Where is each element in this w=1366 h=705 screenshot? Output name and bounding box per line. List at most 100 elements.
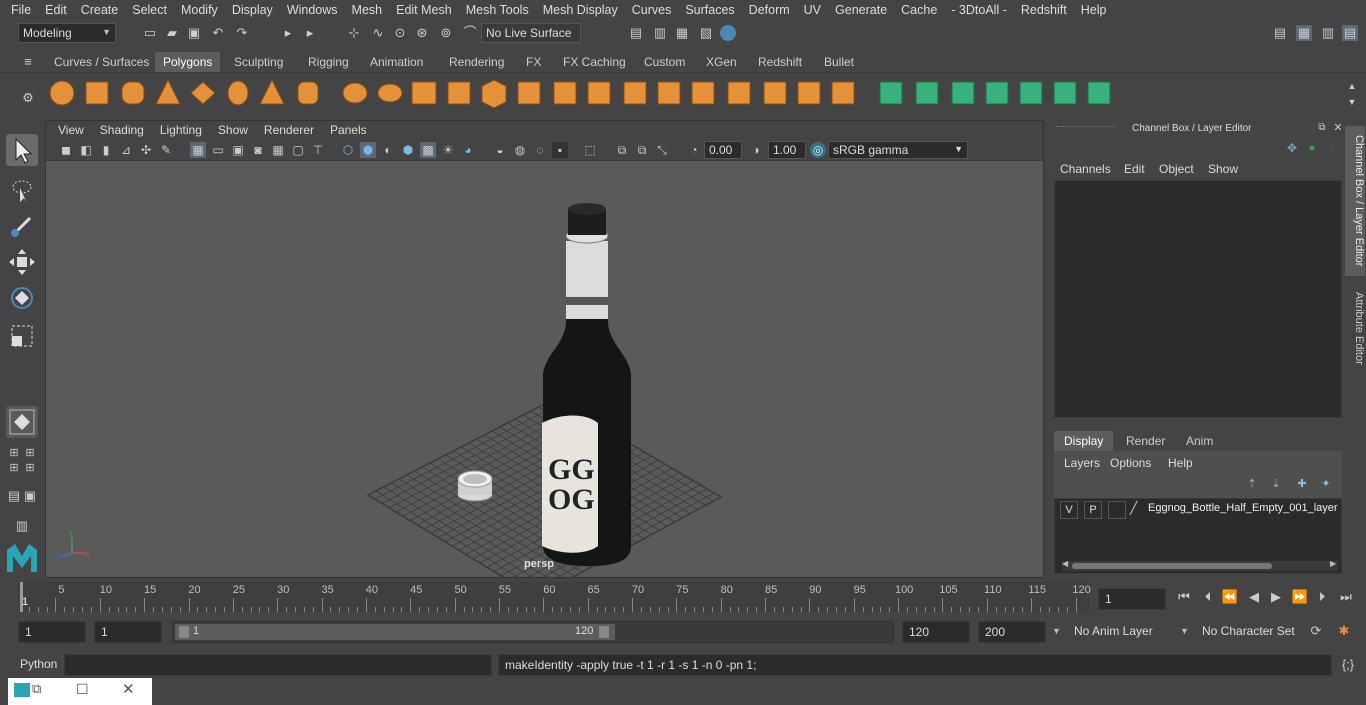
grid-toggle-icon[interactable]: ▦ — [190, 142, 206, 158]
bookmark-icon[interactable]: ▮ — [98, 142, 114, 158]
layer-name[interactable]: Eggnog_Bottle_Half_Empty_001_layer — [1148, 502, 1342, 514]
close-window-icon[interactable]: ✕ — [122, 680, 135, 698]
shelf-scroll-down-icon[interactable]: ▼ — [1344, 94, 1360, 110]
layer-scrollbar-thumb[interactable] — [1072, 563, 1272, 569]
default-material-icon[interactable]: ◐ — [380, 142, 396, 158]
ssao-icon[interactable]: ⧉ — [614, 142, 630, 158]
options-menu[interactable]: Options — [1110, 456, 1151, 470]
viewport-menu-shading[interactable]: Shading — [92, 123, 152, 137]
soft-select-tool[interactable] — [6, 406, 38, 438]
render-view-icon[interactable]: ▤ — [628, 25, 644, 41]
menu-deform[interactable]: Deform — [742, 3, 797, 17]
panel-grip[interactable] — [1056, 126, 1116, 130]
menu-mesh-display[interactable]: Mesh Display — [536, 3, 625, 17]
color-space-dropdown[interactable]: sRGB gamma ▼ — [828, 141, 968, 159]
help-menu[interactable]: Help — [1168, 456, 1193, 470]
menu-edit-mesh[interactable]: Edit Mesh — [389, 3, 459, 17]
menu-curves[interactable]: Curves — [625, 3, 679, 17]
layout-icon[interactable] — [1087, 81, 1111, 105]
maximize-window-icon[interactable]: ☐ — [76, 681, 89, 698]
viewport-menu-renderer[interactable]: Renderer — [256, 123, 322, 137]
menu-generate[interactable]: Generate — [828, 3, 894, 17]
extract-icon[interactable] — [411, 81, 437, 105]
shelf-tab-xgen[interactable]: XGen — [698, 52, 745, 72]
channel-list[interactable] — [1054, 180, 1342, 418]
shelf-scroll-up-icon[interactable]: ▲ — [1344, 78, 1360, 94]
select-by-object-icon[interactable]: ▸ — [302, 25, 318, 41]
new-layer-icon[interactable]: ✚ — [1294, 476, 1310, 492]
playback-start-field[interactable]: 1 — [94, 621, 162, 643]
object-menu[interactable]: Object — [1159, 162, 1194, 176]
shelf-tab-fx-caching[interactable]: FX Caching — [555, 52, 634, 72]
new-layer-selected-icon[interactable]: ✦ — [1318, 476, 1334, 492]
float-panel-icon[interactable]: ⧉ — [1314, 120, 1330, 136]
range-slider[interactable]: 1 120 — [172, 621, 894, 643]
shelf-tab-rendering[interactable]: Rendering — [441, 52, 512, 72]
poly-cube-icon[interactable] — [85, 81, 109, 105]
go-to-end-icon[interactable]: ⏭ — [1336, 588, 1356, 606]
menu-mesh[interactable]: Mesh — [345, 3, 390, 17]
auto-key-icon[interactable]: ⟳ — [1306, 622, 1326, 640]
resolution-gate-icon[interactable]: ▣ — [230, 142, 246, 158]
tab-channel-box-layer-editor[interactable]: Channel Box / Layer Editor — [1345, 126, 1365, 276]
bevel-icon[interactable] — [657, 81, 681, 105]
two-d-pan-icon[interactable]: ✣ — [138, 142, 154, 158]
step-back-key-icon[interactable]: ⏪ — [1220, 588, 1240, 606]
layer-visibility-toggle[interactable]: V — [1060, 501, 1078, 519]
menu-surfaces[interactable]: Surfaces — [678, 3, 741, 17]
safe-action-icon[interactable]: ▢ — [290, 142, 306, 158]
snap-point-icon[interactable]: ⊙ — [392, 25, 408, 41]
shelf-tab-rigging[interactable]: Rigging — [300, 52, 357, 72]
shelf-settings-icon[interactable]: ⚙ — [20, 90, 36, 106]
scale-tool[interactable] — [6, 320, 38, 352]
mode-dropdown[interactable]: Modeling ▼ — [18, 23, 116, 43]
shelf-tab-sculpting[interactable]: Sculpting — [226, 52, 291, 72]
separate-icon[interactable] — [377, 83, 403, 103]
layer-color-icon[interactable]: ╱ — [1130, 501, 1144, 519]
menu-redshift[interactable]: Redshift — [1014, 3, 1074, 17]
play-backwards-icon[interactable]: ◀ — [1244, 588, 1264, 606]
time-ruler[interactable]: 5 10 15 20 25 30 35 40 45 50 55 60 65 70 75 80 85 90 95 100… — [18, 582, 1091, 612]
exposure-icon[interactable]: ◔ — [686, 142, 702, 158]
layout-single-icon[interactable]: ⊞ — [6, 445, 22, 461]
layer-row[interactable]: V P ╱ Eggnog_Bottle_Half_Empty_001_layer — [1058, 501, 1342, 519]
shelf-menu-icon[interactable]: ≡ — [20, 54, 36, 70]
poly-sphere-icon[interactable] — [49, 80, 75, 106]
xray-icon[interactable]: ◍ — [512, 142, 528, 158]
key-icon[interactable]: ● — [1304, 140, 1320, 156]
tab-display[interactable]: Display — [1054, 431, 1114, 451]
ipr-render-icon[interactable]: ▦ — [674, 25, 690, 41]
maya-app-icon[interactable] — [14, 683, 30, 697]
automatic-map-icon[interactable] — [985, 81, 1009, 105]
wireframe-on-shaded-icon[interactable]: ⬢ — [400, 142, 416, 158]
chevron-down-icon[interactable]: ▼ — [1180, 626, 1189, 636]
script-editor-icon[interactable]: {;} — [1338, 656, 1358, 674]
paint-select-tool[interactable] — [6, 210, 38, 242]
combine-icon[interactable] — [342, 82, 368, 104]
manipulator-icon[interactable]: ✥ — [1284, 140, 1300, 156]
go-to-start-icon[interactable]: ⏮ — [1174, 588, 1194, 606]
perspective-viewport[interactable]: View Shading Lighting Show Renderer Panels ◼ … — [45, 120, 1044, 578]
cylindrical-map-icon[interactable] — [951, 81, 975, 105]
move-layer-down-icon[interactable]: ⇣ — [1268, 476, 1284, 492]
redo-icon[interactable]: ↷ — [234, 25, 250, 41]
scroll-right-icon[interactable]: ▶ — [1330, 559, 1336, 568]
gate-mask-icon[interactable]: ◙ — [250, 142, 266, 158]
xray-joints-icon[interactable]: ◌ — [532, 142, 548, 158]
uv-editor-icon[interactable] — [879, 81, 903, 105]
new-scene-icon[interactable]: ▭ — [142, 25, 158, 41]
restore-window-icon[interactable]: ⧉ — [32, 681, 41, 697]
scene-end-field[interactable]: 200 — [978, 621, 1046, 643]
smooth-shade-icon[interactable]: ⬢ — [360, 142, 376, 158]
show-menu[interactable]: Show — [1208, 162, 1238, 176]
grease-pencil-icon[interactable]: ✎ — [158, 142, 174, 158]
channels-menu[interactable]: Channels — [1060, 162, 1111, 176]
snap-curve-icon[interactable]: ∿ — [370, 25, 386, 41]
field-chart-icon[interactable]: ▦ — [270, 142, 286, 158]
menu-modify[interactable]: Modify — [174, 3, 225, 17]
lock-icon[interactable]: ◌ — [1324, 140, 1340, 156]
motion-blur-icon[interactable]: ⧉ — [634, 142, 650, 158]
make-live-icon[interactable]: ⌒ — [462, 25, 478, 41]
exposure-field[interactable]: 0.00 — [704, 141, 742, 159]
menu-uv[interactable]: UV — [797, 3, 828, 17]
